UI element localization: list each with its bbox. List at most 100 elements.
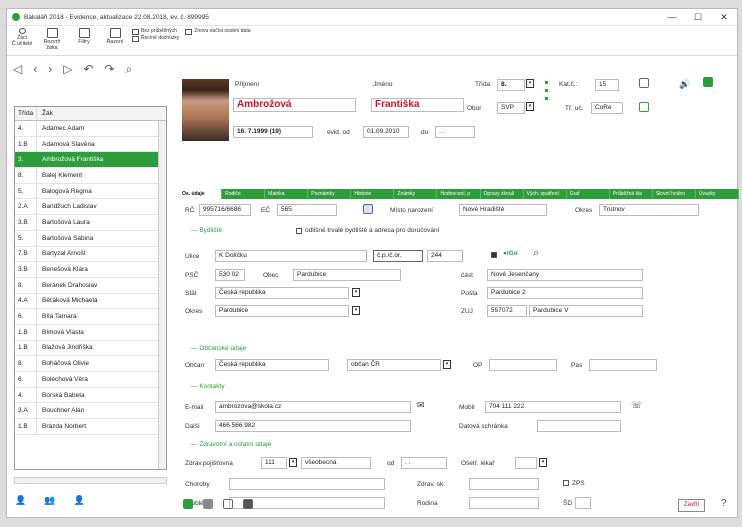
- email-icon[interactable]: ✉: [417, 400, 425, 411]
- last-record-icon[interactable]: ▷: [63, 62, 72, 76]
- list-item[interactable]: 5. Bartošová Sabina: [15, 230, 166, 247]
- tab-1[interactable]: Rodiče: [222, 189, 266, 199]
- ribbon-razeni-button[interactable]: Řazení: [101, 28, 129, 45]
- excel-icon[interactable]: [703, 77, 713, 87]
- reload-data-button[interactable]: Znovu načíst osobní data: [185, 28, 251, 35]
- close-button[interactable]: ✕: [711, 12, 737, 23]
- tab-6[interactable]: Hodnocení, p: [437, 189, 481, 199]
- zavrit-button[interactable]: Zavřít: [678, 499, 705, 512]
- stat-field[interactable]: Česká republika: [215, 287, 349, 299]
- obor-dropdown[interactable]: ▾: [526, 102, 534, 111]
- okres-dropdown[interactable]: ▾: [352, 306, 360, 315]
- zuj-field[interactable]: 557072: [487, 305, 527, 317]
- list-item[interactable]: 1.B Bímová Vlasta: [15, 324, 166, 341]
- ribbon-filtry-button[interactable]: Filtry: [67, 28, 101, 45]
- print-icon[interactable]: [639, 78, 649, 88]
- print-report-icon[interactable]: [223, 499, 233, 509]
- tab-3[interactable]: Poznámky: [308, 189, 352, 199]
- stat-dropdown[interactable]: ▾: [352, 288, 360, 297]
- tuc-field[interactable]: CoRe: [591, 102, 623, 114]
- dalsi-field[interactable]: 466 566 982: [215, 420, 411, 432]
- undo-icon[interactable]: ↶: [83, 62, 93, 76]
- trida-dropdown[interactable]: ▾: [526, 79, 534, 88]
- ec-field[interactable]: 565: [277, 204, 337, 216]
- zsk-field[interactable]: [469, 478, 539, 490]
- list-item[interactable]: 4.A Běťáková Michaela: [15, 293, 166, 310]
- obcan2-dropdown[interactable]: ▾: [443, 360, 451, 369]
- obcan2-field[interactable]: občan ČR: [347, 359, 441, 371]
- email-field[interactable]: ambrozova@skola.cz: [215, 401, 411, 413]
- list-item[interactable]: 3.A Bouchner Alan: [15, 403, 166, 420]
- posta-field[interactable]: Pardubice 2: [487, 287, 643, 299]
- list-item[interactable]: 8. Beránek Drahoslav: [15, 277, 166, 294]
- rc-field[interactable]: 995716/6686: [199, 204, 251, 216]
- ribbon-zaci-button[interactable]: Žáci Č učitelé: [7, 28, 37, 47]
- ribbon-rozvrh-button[interactable]: Rozvrh žáka: [37, 28, 67, 51]
- list-item[interactable]: 7.B Bartyzal Arnošt: [15, 246, 166, 263]
- tab-0[interactable]: Os. údaje: [179, 189, 223, 199]
- prijmeni-field[interactable]: Ambrožová: [233, 98, 356, 112]
- obcan-field[interactable]: Česká republika: [215, 359, 329, 371]
- misto-field[interactable]: Nové Hradiště: [459, 204, 547, 216]
- sd-field[interactable]: [575, 497, 591, 509]
- list-item[interactable]: 8. Boháčová Olivie: [15, 356, 166, 372]
- od-field[interactable]: . .: [401, 457, 447, 469]
- prev-record-icon[interactable]: ‹: [33, 62, 37, 76]
- mobil-field[interactable]: 704 111 222: [485, 401, 621, 413]
- choroby-field[interactable]: [229, 478, 385, 490]
- zp-field[interactable]: všeobecná: [301, 457, 371, 469]
- first-record-icon[interactable]: ◁: [13, 62, 22, 76]
- obec-field[interactable]: Pardubice: [293, 269, 401, 281]
- tab-12[interactable]: Úvazky: [696, 189, 740, 199]
- list-item[interactable]: 2.A Bandžuch Ladislav: [15, 199, 166, 216]
- list-item[interactable]: 1.B Blažová Jindřiška: [15, 340, 166, 357]
- tab-10[interactable]: Průběžná kla: [610, 189, 653, 199]
- zuj-name-field[interactable]: Pardubice V: [529, 305, 643, 317]
- list-item[interactable]: 8. Balej Klement: [15, 168, 166, 184]
- odlisne-checkbox[interactable]: [296, 228, 302, 234]
- list-icon[interactable]: [243, 499, 253, 509]
- add-student-icon[interactable]: 👤: [15, 495, 26, 506]
- list-item[interactable]: 1.B Adamová Slavěna: [15, 136, 166, 153]
- okres-nar-field[interactable]: Trutnov: [599, 204, 699, 216]
- list-item[interactable]: 3. Ambrožová Františka: [15, 152, 166, 169]
- psc-field[interactable]: 530 02: [215, 269, 245, 281]
- list-item[interactable]: 3.B Bartošová Laura: [15, 215, 166, 231]
- list-hscrollbar[interactable]: [14, 477, 167, 484]
- cp-field[interactable]: 244: [427, 250, 463, 262]
- list-scrollbar[interactable]: [158, 121, 166, 469]
- tab-5[interactable]: Známky: [394, 189, 438, 199]
- id-card-icon[interactable]: [363, 204, 373, 214]
- tab-11[interactable]: Slovní hodno: [653, 189, 696, 199]
- list-item[interactable]: 3.B Benešová Klára: [15, 262, 166, 278]
- map-icon[interactable]: ●iGo: [503, 250, 518, 257]
- col-zak[interactable]: Žák: [37, 110, 166, 117]
- list-item[interactable]: 5. Balogová Regína: [15, 183, 166, 200]
- cast-field[interactable]: Nové Jesenčany: [487, 269, 643, 281]
- next-record-icon[interactable]: ›: [48, 62, 52, 76]
- teacher-icon[interactable]: [639, 102, 649, 112]
- zps-checkbox[interactable]: [563, 480, 569, 486]
- help-icon[interactable]: ?: [721, 498, 727, 509]
- zoom-icon[interactable]: ⌕: [533, 247, 539, 260]
- save-icon[interactable]: [183, 499, 193, 509]
- okres-field[interactable]: Pardubice: [215, 305, 349, 317]
- sound-icon[interactable]: 🔊: [679, 79, 690, 90]
- zp-dropdown[interactable]: ▾: [289, 458, 297, 467]
- lekar-dropdown[interactable]: ▾: [539, 458, 547, 467]
- trida-field[interactable]: 8.: [497, 79, 525, 91]
- jmeno-field[interactable]: Františka: [371, 98, 464, 112]
- recine-dochazky-button[interactable]: Řecíné dochúzky: [132, 35, 179, 42]
- lekar-field[interactable]: [515, 457, 537, 469]
- list-item[interactable]: 4. Borská Babeta: [15, 387, 166, 404]
- tab-2[interactable]: Matrika: [265, 189, 309, 199]
- birthdate-field[interactable]: 16. 7.1999 (19): [233, 126, 313, 138]
- katc-field[interactable]: 15: [595, 79, 619, 91]
- map-checkbox[interactable]: [491, 252, 497, 258]
- rodina-field[interactable]: [469, 497, 539, 509]
- evid-field[interactable]: 01.09.2010: [363, 126, 409, 138]
- pas-field[interactable]: [589, 359, 657, 371]
- tab-7[interactable]: Opravy zkouš: [481, 189, 524, 199]
- bez-prubeznych-button[interactable]: Bez průběžných: [132, 28, 179, 35]
- list-item[interactable]: 6. Bílá Tamara: [15, 309, 166, 325]
